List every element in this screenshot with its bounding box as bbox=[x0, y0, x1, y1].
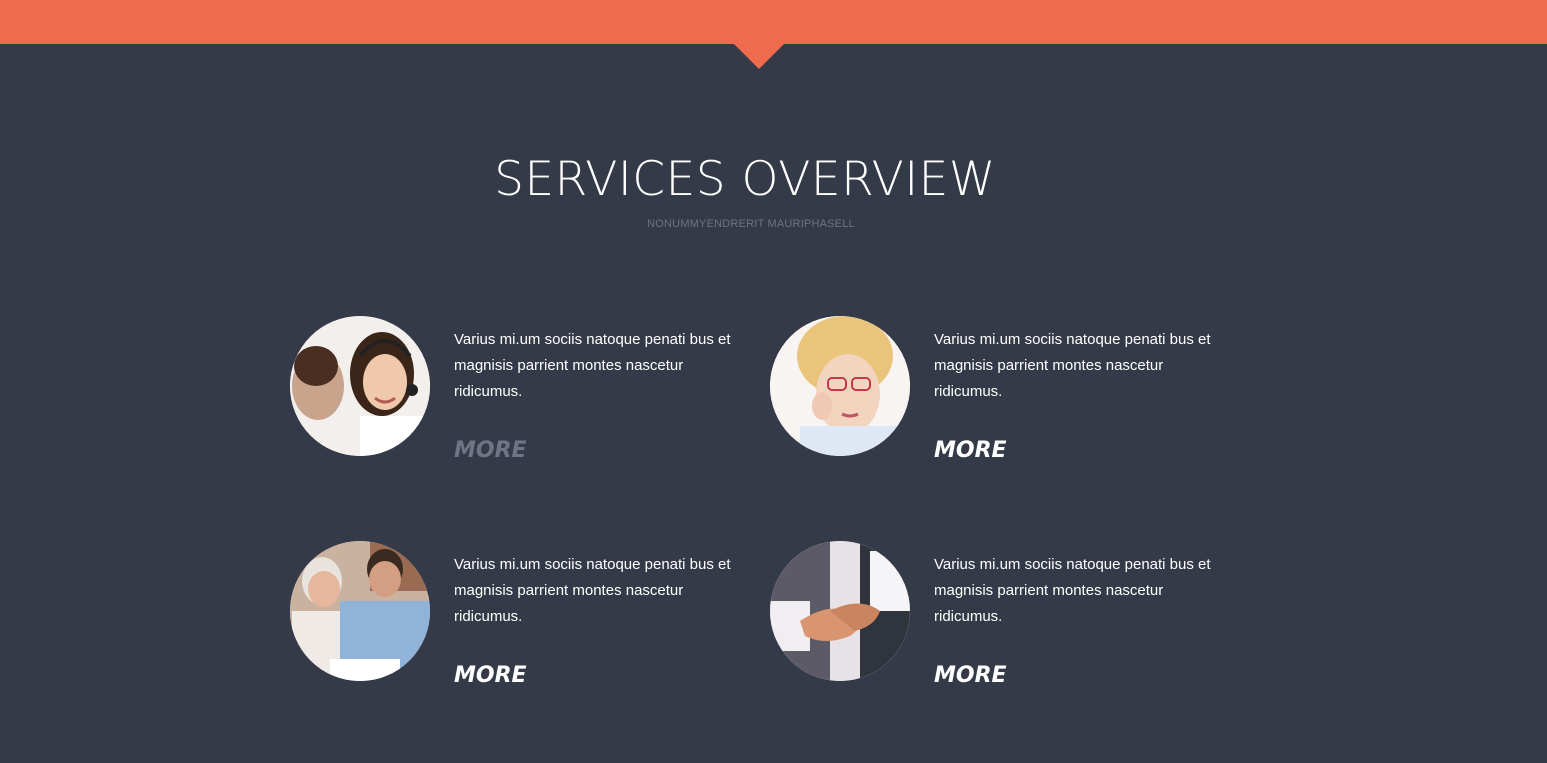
service-description: Varius mi.um sociis natoque penati bus e… bbox=[934, 556, 1211, 625]
more-link[interactable]: MORE bbox=[934, 438, 1007, 463]
service-description: Varius mi.um sociis natoque penati bus e… bbox=[454, 556, 731, 625]
top-notch-arrow bbox=[734, 44, 784, 69]
customer-support-photo bbox=[290, 316, 430, 456]
service-item: Varius mi.um sociis natoque penati bus e… bbox=[770, 316, 1230, 466]
top-accent-bar bbox=[0, 0, 1547, 44]
more-link[interactable]: MORE bbox=[934, 663, 1007, 688]
more-link[interactable]: MORE bbox=[454, 663, 527, 688]
page-subtitle: NONUMMYENDRERIT MAURIPHASELL bbox=[647, 218, 855, 230]
handshake-photo bbox=[770, 541, 910, 681]
service-description: Varius mi.um sociis natoque penati bus e… bbox=[454, 331, 731, 400]
woman-with-glasses-photo bbox=[770, 316, 910, 456]
service-item: Varius mi.um sociis natoque penati bus e… bbox=[290, 541, 750, 691]
senior-couple-photo bbox=[290, 541, 430, 681]
service-description: Varius mi.um sociis natoque penati bus e… bbox=[934, 331, 1211, 400]
service-item: Varius mi.um sociis natoque penati bus e… bbox=[770, 541, 1230, 691]
page-title: SERVICES OVERVIEW bbox=[494, 152, 996, 207]
more-link[interactable]: MORE bbox=[454, 438, 527, 463]
service-item: Varius mi.um sociis natoque penati bus e… bbox=[290, 316, 750, 466]
